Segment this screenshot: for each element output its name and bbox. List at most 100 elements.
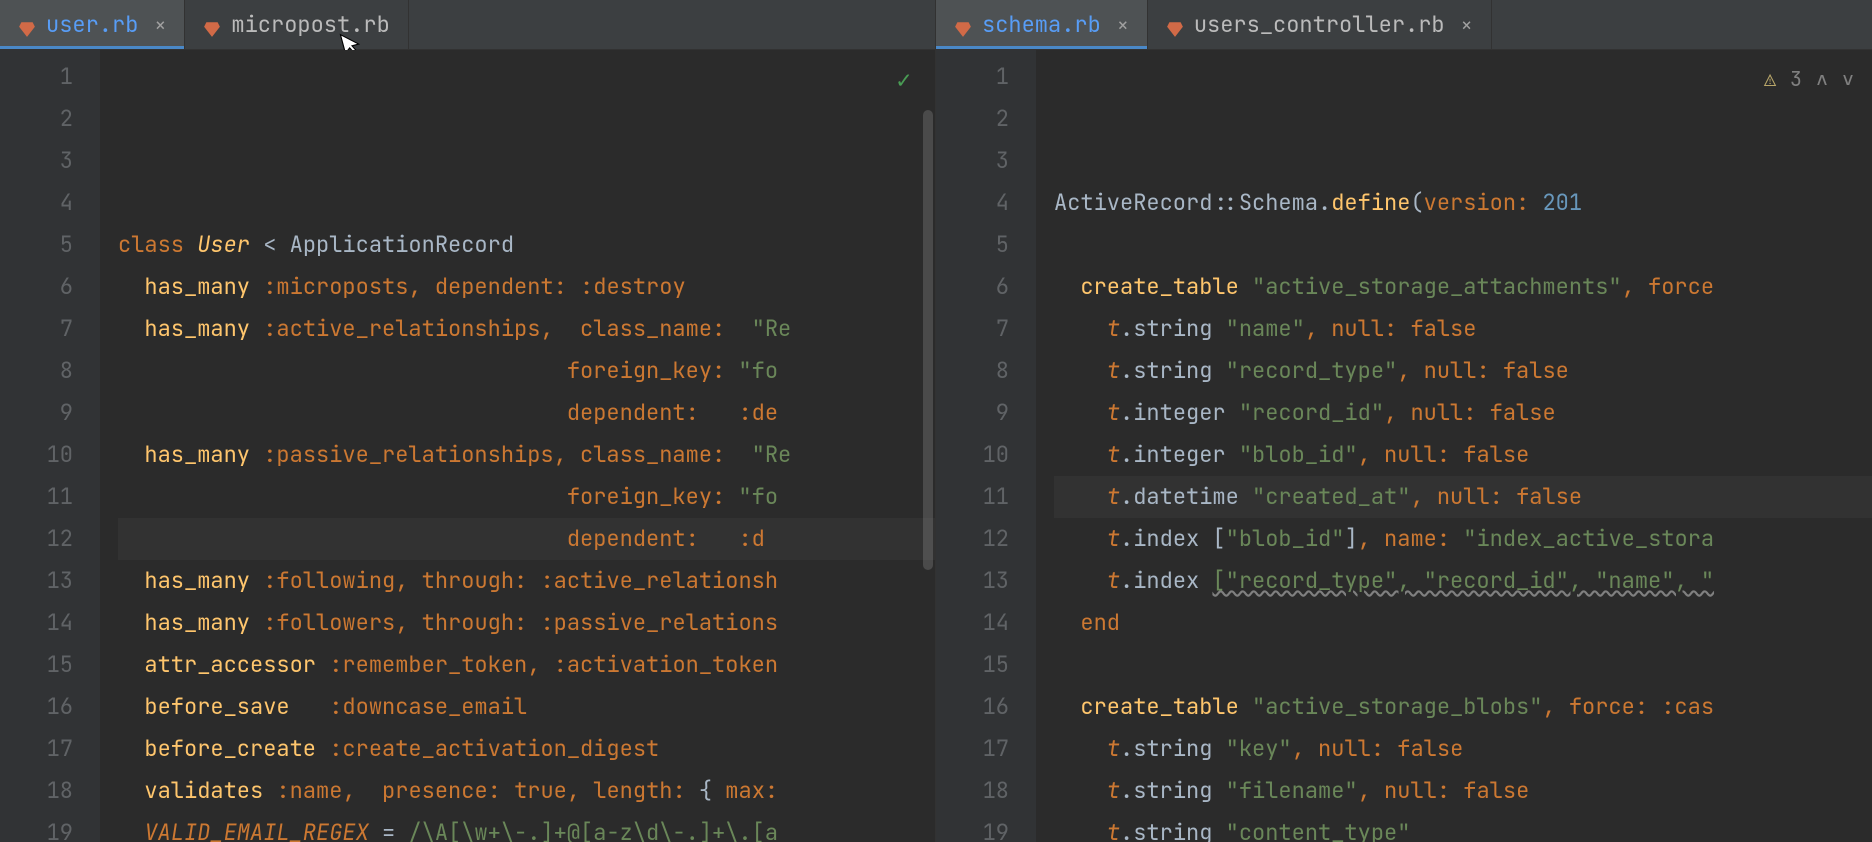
code-line[interactable]: has_many :passive_relationships, class_n… xyxy=(118,434,935,476)
line-number: 3 xyxy=(936,140,1009,182)
code-line[interactable]: t.integer "record_id", null: false xyxy=(1054,392,1872,434)
left-code-area[interactable]: ✓ class User < ApplicationRecord has_man… xyxy=(100,50,935,842)
line-number: 12 xyxy=(0,518,73,560)
code-line[interactable]: end xyxy=(1054,602,1872,644)
line-number: 19 xyxy=(0,812,73,842)
ruby-file-icon xyxy=(203,16,221,34)
warning-count: 3 xyxy=(1790,58,1802,100)
code-line[interactable]: foreign_key: "fo xyxy=(118,350,935,392)
line-number: 14 xyxy=(936,602,1009,644)
left-gutter: 12345678910111213141516171819 xyxy=(0,50,100,842)
line-number: 17 xyxy=(936,728,1009,770)
check-icon: ✓ xyxy=(897,60,911,102)
code-line[interactable]: t.string "content_type" xyxy=(1054,812,1872,842)
line-number: 16 xyxy=(0,686,73,728)
close-icon[interactable]: × xyxy=(1455,12,1473,38)
line-number: 11 xyxy=(0,476,73,518)
code-line[interactable]: class User < ApplicationRecord xyxy=(118,224,935,266)
ruby-file-icon xyxy=(1166,16,1184,34)
inspection-status[interactable]: ⚠ 3 ∧ ∨ xyxy=(1764,58,1854,100)
ruby-file-icon xyxy=(18,16,36,34)
right-tabbar: schema.rb × users_controller.rb × xyxy=(936,0,1872,50)
line-number: 1 xyxy=(0,56,73,98)
code-line[interactable]: has_many :active_relationships, class_na… xyxy=(118,308,935,350)
line-number: 13 xyxy=(0,560,73,602)
split-editor: user.rb × micropost.rb 12345678910111213… xyxy=(0,0,1872,842)
left-tabbar: user.rb × micropost.rb xyxy=(0,0,935,50)
line-number: 19 xyxy=(936,812,1009,842)
ruby-file-icon xyxy=(954,16,972,34)
code-line[interactable]: create_table "active_storage_attachments… xyxy=(1054,266,1872,308)
code-line[interactable]: t.datetime "created_at", null: false xyxy=(1054,476,1872,518)
left-editor[interactable]: 12345678910111213141516171819 ✓ class Us… xyxy=(0,50,935,842)
left-pane: user.rb × micropost.rb 12345678910111213… xyxy=(0,0,936,842)
tab-user-rb[interactable]: user.rb × xyxy=(0,0,185,49)
right-gutter: 12345678910111213141516171819 xyxy=(936,50,1036,842)
line-number: 17 xyxy=(0,728,73,770)
line-number: 1 xyxy=(936,56,1009,98)
line-number: 2 xyxy=(0,98,73,140)
tab-label: schema.rb xyxy=(982,10,1101,39)
line-number: 14 xyxy=(0,602,73,644)
code-line[interactable]: VALID_EMAIL_REGEX = /\A[\w+\-.]+@[a-z\d\… xyxy=(118,812,935,842)
line-number: 5 xyxy=(936,224,1009,266)
code-line[interactable]: t.string "key", null: false xyxy=(1054,728,1872,770)
line-number: 10 xyxy=(0,434,73,476)
line-number: 7 xyxy=(0,308,73,350)
line-number: 15 xyxy=(936,644,1009,686)
line-number: 4 xyxy=(936,182,1009,224)
line-number: 15 xyxy=(0,644,73,686)
code-line[interactable]: ActiveRecord::Schema.define(version: 201 xyxy=(1054,182,1872,224)
tab-micropost-rb[interactable]: micropost.rb xyxy=(185,0,408,49)
line-number: 2 xyxy=(936,98,1009,140)
code-line[interactable]: t.string "record_type", null: false xyxy=(1054,350,1872,392)
chevron-down-icon[interactable]: ∨ xyxy=(1842,58,1854,100)
line-number: 7 xyxy=(936,308,1009,350)
code-line[interactable]: has_many :microposts, dependent: :destro… xyxy=(118,266,935,308)
code-line[interactable]: create_table "active_storage_blobs", for… xyxy=(1054,686,1872,728)
line-number: 9 xyxy=(936,392,1009,434)
code-line[interactable]: has_many :followers, through: :passive_r… xyxy=(118,602,935,644)
line-number: 9 xyxy=(0,392,73,434)
line-number: 8 xyxy=(0,350,73,392)
code-line[interactable]: t.index ["record_type", "record_id", "na… xyxy=(1054,560,1872,602)
code-line[interactable]: t.string "name", null: false xyxy=(1054,308,1872,350)
right-pane: schema.rb × users_controller.rb × 123456… xyxy=(936,0,1872,842)
line-number: 3 xyxy=(0,140,73,182)
code-line[interactable]: dependent: :de xyxy=(118,392,935,434)
line-number: 12 xyxy=(936,518,1009,560)
code-line[interactable] xyxy=(1054,644,1872,686)
line-number: 18 xyxy=(0,770,73,812)
close-icon[interactable]: × xyxy=(148,12,166,38)
code-line[interactable]: before_save :downcase_email xyxy=(118,686,935,728)
tab-users-controller-rb[interactable]: users_controller.rb × xyxy=(1148,0,1492,49)
warning-icon: ⚠ xyxy=(1764,58,1776,100)
line-number: 4 xyxy=(0,182,73,224)
code-line[interactable]: has_many :following, through: :active_re… xyxy=(118,560,935,602)
code-line[interactable]: t.index ["blob_id"], name: "index_active… xyxy=(1054,518,1872,560)
line-number: 8 xyxy=(936,350,1009,392)
line-number: 11 xyxy=(936,476,1009,518)
line-number: 6 xyxy=(0,266,73,308)
close-icon[interactable]: × xyxy=(1111,12,1129,38)
chevron-up-icon[interactable]: ∧ xyxy=(1816,58,1828,100)
line-number: 13 xyxy=(936,560,1009,602)
line-number: 5 xyxy=(0,224,73,266)
code-line[interactable]: before_create :create_activation_digest xyxy=(118,728,935,770)
code-line[interactable]: validates :name, presence: true, length:… xyxy=(118,770,935,812)
tab-label: micropost.rb xyxy=(231,10,389,39)
line-number: 16 xyxy=(936,686,1009,728)
code-line[interactable]: attr_accessor :remember_token, :activati… xyxy=(118,644,935,686)
line-number: 10 xyxy=(936,434,1009,476)
right-editor[interactable]: 12345678910111213141516171819 ⚠ 3 ∧ ∨ Ac… xyxy=(936,50,1872,842)
code-line[interactable] xyxy=(1054,224,1872,266)
code-line[interactable]: t.integer "blob_id", null: false xyxy=(1054,434,1872,476)
tab-label: users_controller.rb xyxy=(1194,10,1445,39)
right-code-area[interactable]: ⚠ 3 ∧ ∨ ActiveRecord::Schema.define(vers… xyxy=(1036,50,1872,842)
tab-schema-rb[interactable]: schema.rb × xyxy=(936,0,1148,49)
code-line[interactable]: t.string "filename", null: false xyxy=(1054,770,1872,812)
scrollbar-thumb[interactable] xyxy=(923,110,933,570)
code-line[interactable]: foreign_key: "fo xyxy=(118,476,935,518)
code-line[interactable]: dependent: :d xyxy=(118,518,935,560)
line-number: 6 xyxy=(936,266,1009,308)
